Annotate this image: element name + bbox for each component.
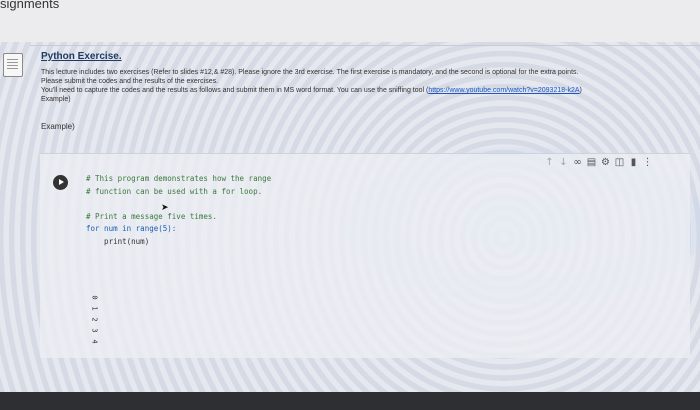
- instruction-line: You'll need to capture the codes and the…: [41, 86, 691, 95]
- settings-icon[interactable]: ⚙: [600, 157, 611, 169]
- instruction-line: Please submit the codes and the results …: [41, 78, 219, 85]
- code-line: # function can be used with a for loop.: [86, 186, 263, 196]
- code-line: print(num): [86, 236, 150, 246]
- divider: [30, 45, 700, 46]
- page-header: signments: [0, 0, 700, 42]
- mirror-cell-icon[interactable]: ◫: [614, 157, 625, 169]
- instruction-line: Example): [41, 96, 71, 103]
- code-line: # Print a message five times.: [86, 211, 217, 221]
- cell-toolbar: ↑ ↓ ∞ ▤ ⚙ ◫ ▮ ⋮: [544, 157, 653, 169]
- output-line: 4: [90, 339, 99, 344]
- more-options-icon[interactable]: ⋮: [642, 157, 653, 169]
- code-line: for num in range(5):: [86, 224, 177, 233]
- bottom-bar: [0, 392, 700, 410]
- run-cell-button[interactable]: [53, 175, 68, 190]
- instruction-text: You'll need to capture the codes and the…: [41, 87, 429, 94]
- output-line: 3: [90, 328, 99, 333]
- move-down-icon[interactable]: ↓: [558, 157, 569, 169]
- output-line: 1: [90, 306, 99, 311]
- link-suffix: ): [579, 87, 582, 94]
- output-line: 0: [90, 295, 99, 300]
- delete-icon[interactable]: ▮: [628, 157, 639, 169]
- comment-icon[interactable]: ▤: [586, 157, 597, 169]
- page-title: signments: [0, 0, 60, 11]
- output-line: 2: [90, 317, 99, 322]
- mouse-cursor-icon: ➤: [161, 203, 169, 213]
- sniffing-tool-link[interactable]: https://www.youtube.com/watch?v=2093218-…: [428, 87, 579, 94]
- document-icon: [3, 53, 23, 77]
- example-label: Example): [41, 122, 75, 131]
- cell-output: 0 1 2 3 4: [90, 292, 99, 347]
- link-icon[interactable]: ∞: [572, 157, 583, 169]
- instructions: This lecture includes two exercises (Ref…: [41, 68, 691, 104]
- code-line: # This program demonstrates how the rang…: [86, 174, 272, 183]
- code-editor[interactable]: # This program demonstrates how the rang…: [86, 173, 271, 248]
- instruction-line: This lecture includes two exercises (Ref…: [41, 69, 579, 76]
- exercise-title[interactable]: Python Exercise.: [41, 51, 122, 62]
- move-up-icon[interactable]: ↑: [544, 157, 555, 169]
